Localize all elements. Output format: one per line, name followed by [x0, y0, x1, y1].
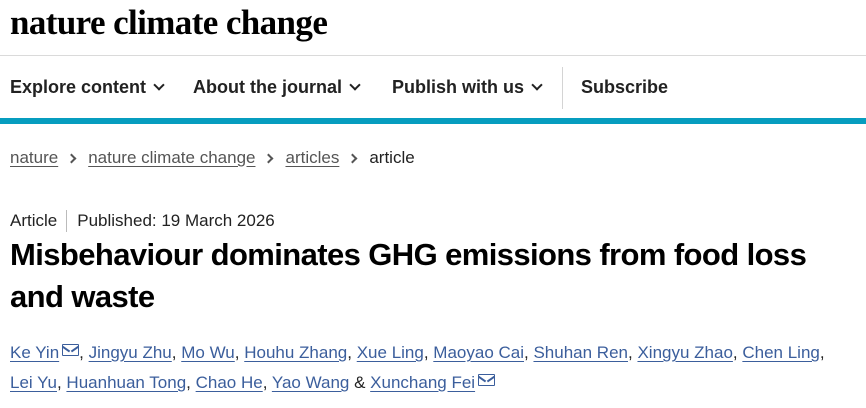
breadcrumb: nature nature climate change articles ar… — [10, 146, 415, 170]
article-title: Misbehaviour dominates GHG emissions fro… — [10, 237, 807, 314]
author-item: Chao He — [196, 373, 263, 392]
author-item: Ke Yin — [10, 343, 80, 362]
author-separator: , — [347, 343, 357, 362]
chevron-down-icon — [153, 79, 165, 91]
author-separator: , — [234, 343, 245, 362]
breadcrumb-link-articles[interactable]: articles — [285, 148, 339, 168]
nav-about-journal[interactable]: About the journal — [193, 57, 361, 118]
nav-item-label: Subscribe — [581, 77, 669, 97]
author-separator: , — [732, 343, 743, 362]
chevron-down-icon — [349, 79, 361, 91]
author-item: Shuhan Ren — [533, 343, 628, 362]
author-item: Houhu Zhang — [244, 343, 347, 362]
main-nav: Explore content About the journal Publis… — [0, 57, 866, 118]
nav-item-label: Publish with us — [392, 77, 525, 97]
author-name-link[interactable]: Huanhuan Tong — [66, 373, 186, 392]
author-separator: , — [79, 343, 89, 362]
chevron-right-icon — [347, 153, 358, 163]
author-separator: , — [423, 343, 434, 362]
author-item: Xunchang Fei — [370, 373, 496, 392]
author-item: Xue Ling — [357, 343, 424, 362]
author-item: Yao Wang — [272, 373, 350, 392]
author-separator: , — [56, 373, 67, 392]
author-item: Lei Yu — [10, 373, 57, 392]
site-logo[interactable]: nature climate change — [10, 1, 328, 45]
nav-explore-content[interactable]: Explore content — [10, 57, 165, 118]
author-item: Chen Ling — [742, 343, 820, 362]
chevron-right-icon — [66, 153, 77, 163]
breadcrumb-current: article — [369, 148, 415, 167]
author-name-link[interactable]: Chen Ling — [742, 343, 820, 362]
author-name-link[interactable]: Shuhan Ren — [533, 343, 628, 362]
author-name-link[interactable]: Jingyu Zhu — [89, 343, 172, 362]
meta-divider — [66, 210, 68, 232]
author-name-link[interactable]: Yao Wang — [272, 373, 350, 392]
breadcrumb-link-nature[interactable]: nature — [10, 148, 58, 168]
site-header: nature climate change — [0, 0, 866, 56]
mail-icon[interactable] — [478, 374, 496, 386]
author-name-link[interactable]: Ke Yin — [10, 343, 59, 362]
article-meta: Article Published: 19 March 2026 — [10, 209, 275, 233]
nav-publish-with-us[interactable]: Publish with us — [392, 57, 543, 118]
nav-item-label: Explore content — [10, 77, 147, 97]
nav-subscribe[interactable]: Subscribe — [581, 57, 668, 118]
author-separator: , — [186, 373, 196, 392]
chevron-down-icon — [531, 79, 543, 91]
chevron-right-icon — [264, 153, 274, 163]
publication-date: Published: 19 March 2026 — [77, 211, 275, 230]
author-item: Huanhuan Tong — [66, 373, 186, 392]
mail-icon[interactable] — [62, 344, 80, 356]
author-separator: , — [262, 373, 272, 392]
author-separator: , — [171, 343, 182, 362]
article-type: Article — [10, 211, 58, 230]
author-separator: , — [819, 343, 825, 362]
author-item: Xingyu Zhao — [637, 343, 732, 362]
author-name-link[interactable]: Houhu Zhang — [244, 343, 347, 362]
author-separator: & — [349, 373, 371, 392]
accent-bar — [0, 118, 866, 124]
author-name-link[interactable]: Xingyu Zhao — [637, 343, 732, 362]
author-name-link[interactable]: Lei Yu — [10, 373, 57, 392]
author-name-link[interactable]: Xue Ling — [357, 343, 424, 362]
author-item: Jingyu Zhu — [89, 343, 172, 362]
author-name-link[interactable]: Maoyao Cai — [433, 343, 524, 362]
author-name-link[interactable]: Mo Wu — [181, 343, 235, 362]
author-name-link[interactable]: Chao He — [196, 373, 263, 392]
author-item: Maoyao Cai — [433, 343, 524, 362]
nav-divider — [562, 67, 563, 109]
nav-item-label: About the journal — [193, 77, 342, 97]
author-name-link[interactable]: Xunchang Fei — [370, 373, 475, 392]
breadcrumb-link-journal[interactable]: nature climate change — [88, 148, 255, 168]
author-list: Ke Yin, Jingyu Zhu, Mo Wu, Houhu Zhang, … — [10, 338, 860, 398]
author-item: Mo Wu — [181, 343, 235, 362]
